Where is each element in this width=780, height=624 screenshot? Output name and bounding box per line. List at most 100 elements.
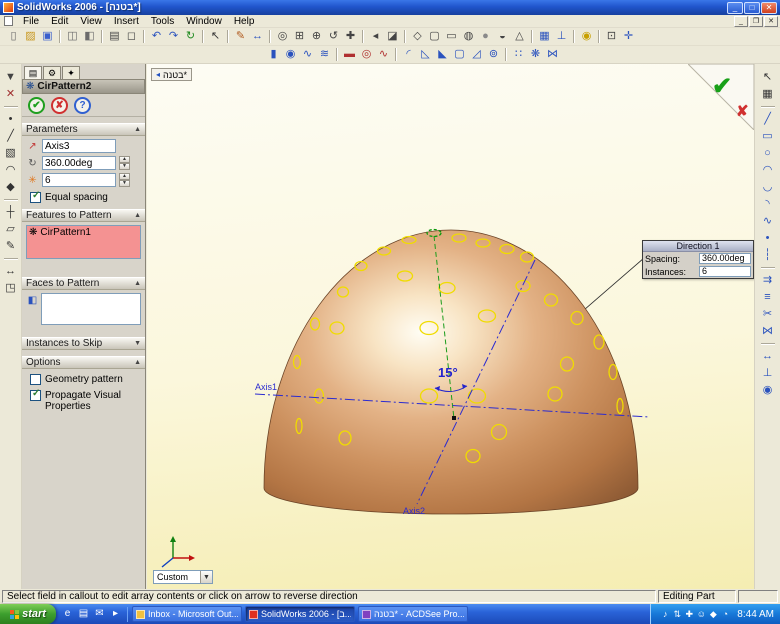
section-view-icon[interactable]: ◪ <box>384 29 401 45</box>
propagate-visual-properties-checkbox[interactable] <box>30 390 41 401</box>
save-icon[interactable]: ▣ <box>39 29 56 45</box>
point-icon[interactable]: • <box>759 230 777 247</box>
doc-restore-button[interactable]: ❐ <box>749 16 763 27</box>
doc-minimize-button[interactable]: _ <box>734 16 748 27</box>
clear-all-filters-icon[interactable]: ✕ <box>2 86 20 103</box>
filter-surface-bodies-icon[interactable]: ◠ <box>2 162 20 179</box>
smart-dimension-icon[interactable]: ↔ <box>759 348 777 365</box>
confirm-ok-icon[interactable]: ✔ <box>712 73 732 100</box>
options-header[interactable]: Options ▲ <box>22 356 145 369</box>
rib-icon[interactable]: ◣ <box>434 47 451 63</box>
menu-help[interactable]: Help <box>228 16 261 27</box>
grid-icon[interactable]: ▦ <box>759 86 777 103</box>
mirror-entities-icon[interactable]: ⋈ <box>759 323 777 340</box>
filter-planes-icon[interactable]: ▱ <box>2 221 20 238</box>
zoom-to-fit-icon[interactable]: ◎ <box>274 29 291 45</box>
menu-tools[interactable]: Tools <box>145 16 180 27</box>
document-tab[interactable]: ◂ בטנה* <box>151 68 192 81</box>
print-icon[interactable]: ▤ <box>106 29 123 45</box>
zoom-to-area-icon[interactable]: ⊞ <box>291 29 308 45</box>
extruded-cut-icon[interactable]: ▬ <box>341 47 358 63</box>
redo-icon[interactable]: ↷ <box>165 29 182 45</box>
open-icon[interactable]: ▨ <box>22 29 39 45</box>
new-icon[interactable]: ▯ <box>5 29 22 45</box>
filter-faces-icon[interactable]: ▧ <box>2 145 20 162</box>
ok-button[interactable]: ✔ <box>28 97 45 114</box>
draft-icon[interactable]: ◿ <box>468 47 485 63</box>
make-assembly-icon[interactable]: ◧ <box>81 29 98 45</box>
minimize-button[interactable]: _ <box>727 2 743 14</box>
smart-dimension-icon[interactable]: ↔ <box>249 29 266 45</box>
shaded-with-edges-icon[interactable]: ◍ <box>460 29 477 45</box>
circular-pattern-icon[interactable]: ❋ <box>527 47 544 63</box>
swept-cut-icon[interactable]: ∿ <box>375 47 392 63</box>
shaded-icon[interactable]: ● <box>477 29 494 45</box>
axis2-label[interactable]: Axis2 <box>403 506 425 516</box>
instances-to-skip-header[interactable]: Instances to Skip ▼ <box>22 337 145 350</box>
menu-window[interactable]: Window <box>180 16 228 27</box>
maximize-button[interactable]: □ <box>744 2 760 14</box>
confirm-cancel-icon[interactable]: ✘ <box>736 103 749 120</box>
features-to-pattern-listbox[interactable]: ❋ CirPattern1 <box>26 225 141 259</box>
menu-edit[interactable]: Edit <box>45 16 74 27</box>
centerline-icon[interactable]: ┆ <box>759 247 777 264</box>
revolved-boss-icon[interactable]: ◉ <box>282 47 299 63</box>
sketch-icon[interactable]: ✎ <box>232 29 249 45</box>
taskbar-task[interactable]: Inbox - Microsoft Out... <box>132 606 242 622</box>
parameters-header[interactable]: Parameters ▲ <box>22 123 145 136</box>
show-desktop-icon[interactable]: ▤ <box>76 607 91 622</box>
linear-pattern-icon[interactable]: ∷ <box>510 47 527 63</box>
third-tab[interactable]: ✦ <box>62 66 80 79</box>
filter-solid-bodies-icon[interactable]: ◆ <box>2 179 20 196</box>
wireframe-icon[interactable]: ◇ <box>409 29 426 45</box>
filter-vertices-icon[interactable]: • <box>2 111 20 128</box>
three-point-arc-icon[interactable]: ◝ <box>759 196 777 213</box>
menu-file[interactable]: File <box>17 16 45 27</box>
pan-icon[interactable]: ✚ <box>342 29 359 45</box>
messenger-icon[interactable]: ☺ <box>695 608 707 621</box>
rectangle-icon[interactable]: ▭ <box>759 128 777 145</box>
display-relations-icon[interactable]: ◉ <box>759 382 777 399</box>
lofted-boss-icon[interactable]: ≋ <box>316 47 333 63</box>
add-relation-icon[interactable]: ⊥ <box>759 365 777 382</box>
hidden-lines-removed-icon[interactable]: ▭ <box>443 29 460 45</box>
filter-annotations-icon[interactable]: ◳ <box>2 280 20 297</box>
doc-close-button[interactable]: ✕ <box>764 16 778 27</box>
rotate-view-icon[interactable]: ↺ <box>325 29 342 45</box>
instance-count-input[interactable] <box>42 173 116 187</box>
menu-insert[interactable]: Insert <box>108 16 145 27</box>
angle-dimension-label[interactable]: 15° <box>438 365 458 380</box>
measure-icon[interactable]: ⊡ <box>603 29 620 45</box>
spline-icon[interactable]: ∿ <box>759 213 777 230</box>
graphics-viewport[interactable]: Axis1 Axis2 15° <box>147 64 754 589</box>
filter-toggle-icon[interactable]: ▼ <box>2 69 20 86</box>
close-button[interactable]: ✕ <box>761 2 777 14</box>
instances-spinner[interactable]: ▲▼ <box>119 173 130 187</box>
volume-icon[interactable]: ♪ <box>659 608 671 621</box>
antivirus-icon[interactable]: ✚ <box>683 608 695 621</box>
menu-view[interactable]: View <box>74 16 108 27</box>
revolved-cut-icon[interactable]: ◎ <box>358 47 375 63</box>
undo-icon[interactable]: ↶ <box>148 29 165 45</box>
pattern-axis-input[interactable] <box>42 139 116 153</box>
internet-explorer-icon[interactable]: e <box>60 607 75 622</box>
swept-boss-icon[interactable]: ∿ <box>299 47 316 63</box>
centerpoint-arc-icon[interactable]: ◠ <box>759 162 777 179</box>
collapse-arrow-icon[interactable]: ▲ <box>134 359 141 366</box>
circle-icon[interactable]: ○ <box>759 145 777 162</box>
outlook-icon[interactable]: ✉ <box>92 607 107 622</box>
rebuild-icon[interactable]: ↻ <box>182 29 199 45</box>
taskbar-task[interactable]: בטנה* - ACDSee Pro... <box>358 606 468 622</box>
model-view[interactable]: Axis1 Axis2 15° <box>147 64 754 589</box>
faces-to-pattern-header[interactable]: Faces to Pattern ▲ <box>22 277 145 290</box>
cancel-button[interactable]: ✘ <box>51 97 68 114</box>
collapse-arrow-icon[interactable]: ▲ <box>134 126 141 133</box>
extruded-boss-icon[interactable]: ▮ <box>265 47 282 63</box>
collapse-arrow-icon[interactable]: ▲ <box>134 280 141 287</box>
move-entities-icon[interactable]: ✛ <box>620 29 637 45</box>
geometry-pattern-checkbox[interactable] <box>30 374 41 385</box>
propertymanager-tab[interactable]: ▤ <box>24 66 42 79</box>
hidden-lines-visible-icon[interactable]: ▢ <box>426 29 443 45</box>
offset-entities-icon[interactable]: ≡ <box>759 289 777 306</box>
standard-views-icon[interactable]: ▦ <box>536 29 553 45</box>
